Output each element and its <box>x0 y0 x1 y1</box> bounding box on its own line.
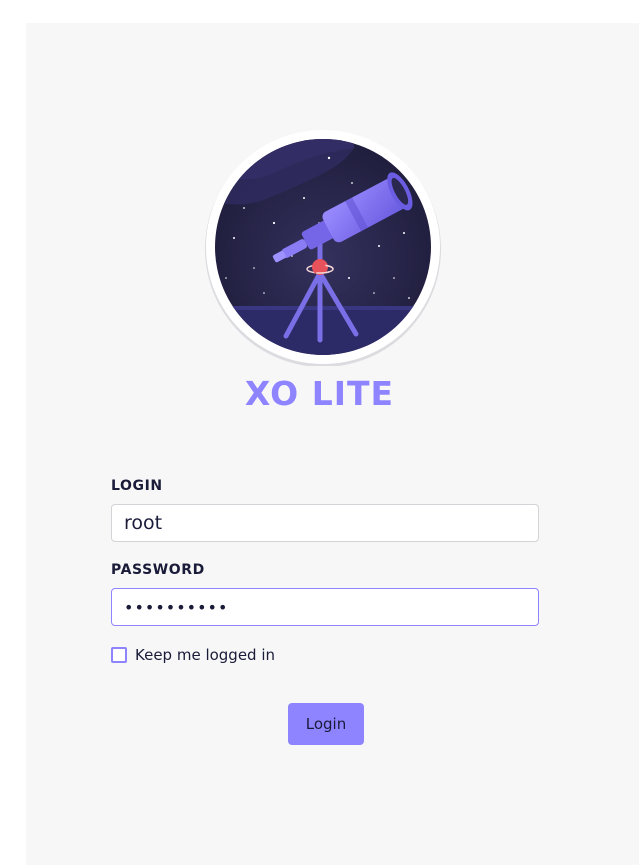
login-label: LOGIN <box>111 478 163 494</box>
remember-checkbox[interactable] <box>111 647 127 663</box>
login-button[interactable]: Login <box>288 703 364 745</box>
password-input[interactable] <box>111 588 539 626</box>
remember-label[interactable]: Keep me logged in <box>135 646 275 664</box>
telescope-icon <box>204 128 442 366</box>
brand-title: XO LITE <box>244 374 395 413</box>
password-label: PASSWORD <box>111 562 205 578</box>
remember-me[interactable]: Keep me logged in <box>111 645 275 665</box>
login-input[interactable] <box>111 504 539 542</box>
